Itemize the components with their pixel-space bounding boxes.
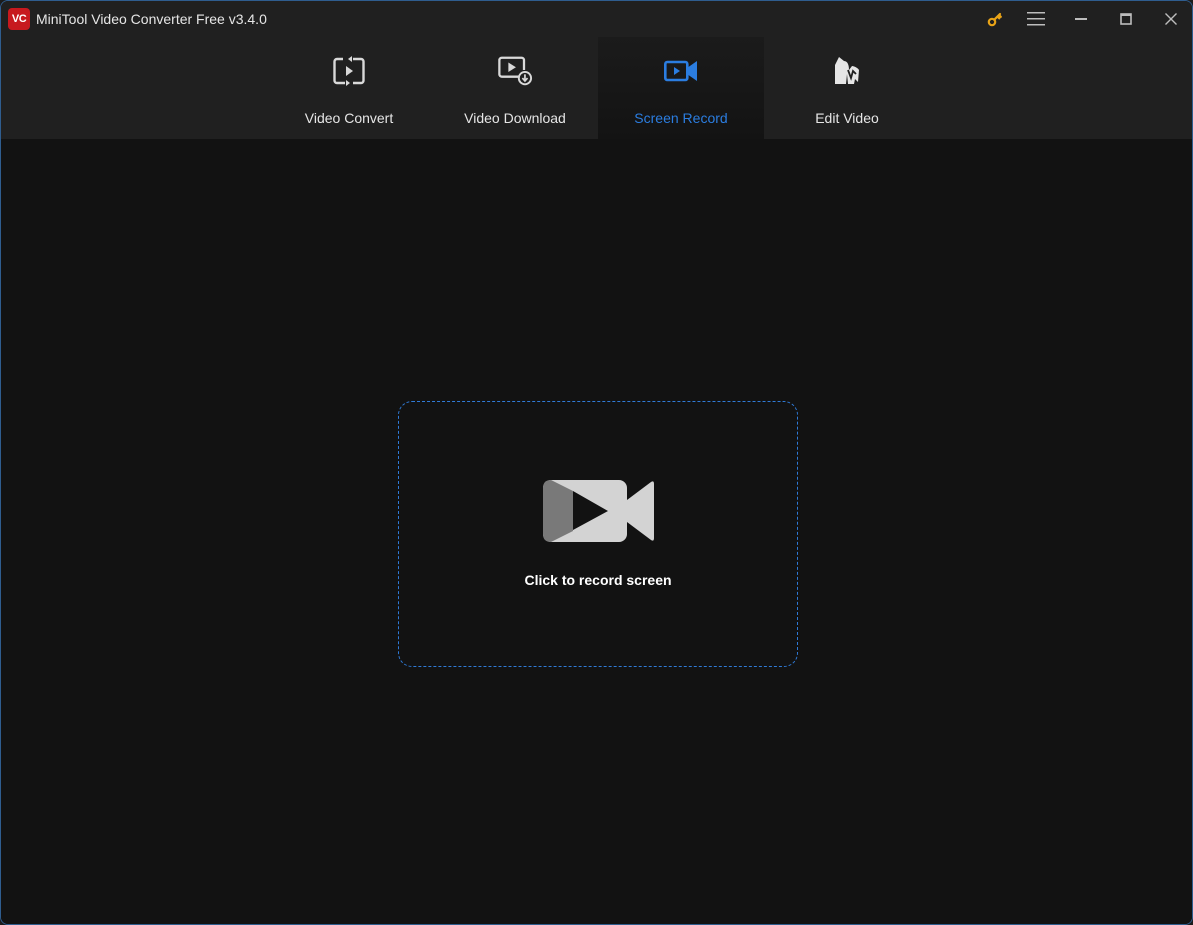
app-window: VC MiniTool Video Converter Free v3.4.0 [0,0,1193,925]
title-bar: VC MiniTool Video Converter Free v3.4.0 [1,1,1192,37]
app-logo: VC [8,8,30,30]
tab-screen-record[interactable]: Screen Record [598,37,764,139]
tab-label: Video Download [464,110,566,126]
app-title: MiniTool Video Converter Free v3.4.0 [36,11,267,27]
close-icon [1165,13,1177,25]
minimize-button[interactable] [1059,1,1103,37]
tab-label: Edit Video [815,110,879,126]
tab-video-convert[interactable]: Video Convert [266,37,432,139]
register-button[interactable] [973,1,1017,37]
menu-button[interactable] [1014,1,1058,37]
record-screen-label: Click to record screen [524,572,672,588]
tab-video-download[interactable]: Video Download [432,37,598,139]
movie-maker-icon [829,54,865,88]
maximize-button[interactable] [1104,1,1148,37]
download-icon [497,54,533,88]
menu-icon [1027,12,1045,26]
camera-icon [663,54,699,88]
screen-record-panel: Click to record screen [1,139,1192,924]
record-screen-button[interactable]: Click to record screen [398,401,798,667]
close-button[interactable] [1149,1,1192,37]
tab-label: Video Convert [304,110,394,126]
maximize-icon [1120,13,1132,25]
minimize-icon [1075,18,1087,20]
app-logo-text: VC [11,13,27,25]
tab-edit-video[interactable]: Edit Video [764,37,930,139]
key-icon [987,12,1002,27]
main-nav: Video Convert Video Download Screen Reco… [1,37,1192,139]
convert-icon [331,54,367,88]
tab-label: Screen Record [634,110,728,126]
video-camera-icon [543,480,654,542]
